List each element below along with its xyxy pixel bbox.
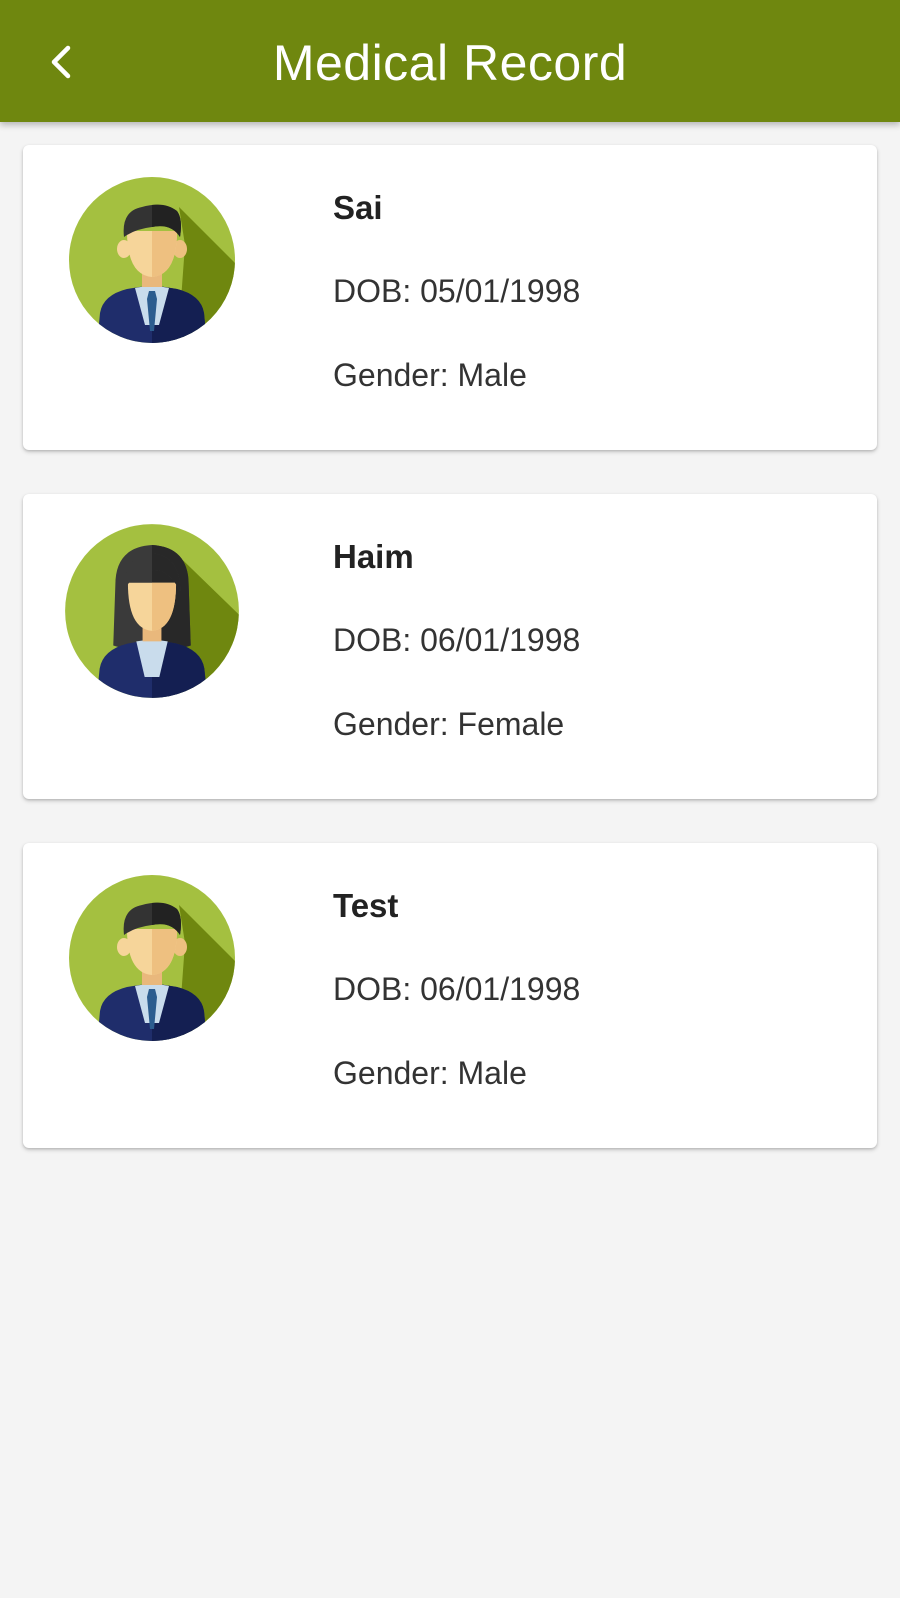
record-name: Sai [333, 189, 383, 226]
female-avatar-icon [63, 522, 241, 700]
record-gender: Gender: Female [333, 706, 565, 742]
record-dob: DOB: 06/01/1998 [333, 971, 581, 1007]
male-avatar-icon [67, 175, 237, 345]
app-bar: Medical Record [0, 0, 900, 122]
record-list: Sai DOB: 05/01/1998 Gender: Male Haim DO… [23, 145, 877, 1192]
record-dob: DOB: 06/01/1998 [333, 622, 581, 658]
male-avatar-icon [67, 873, 237, 1043]
page-title: Medical Record [272, 35, 628, 91]
record-gender: Gender: Male [333, 1055, 527, 1091]
record-gender: Gender: Male [333, 357, 527, 393]
record-card-test[interactable]: Test DOB: 06/01/1998 Gender: Male [23, 843, 877, 1148]
record-card-sai[interactable]: Sai DOB: 05/01/1998 Gender: Male [23, 145, 877, 450]
record-dob: DOB: 05/01/1998 [333, 273, 581, 309]
record-card-haim[interactable]: Haim DOB: 06/01/1998 Gender: Female [23, 494, 877, 799]
record-name: Haim [333, 538, 414, 575]
record-name: Test [333, 887, 399, 924]
